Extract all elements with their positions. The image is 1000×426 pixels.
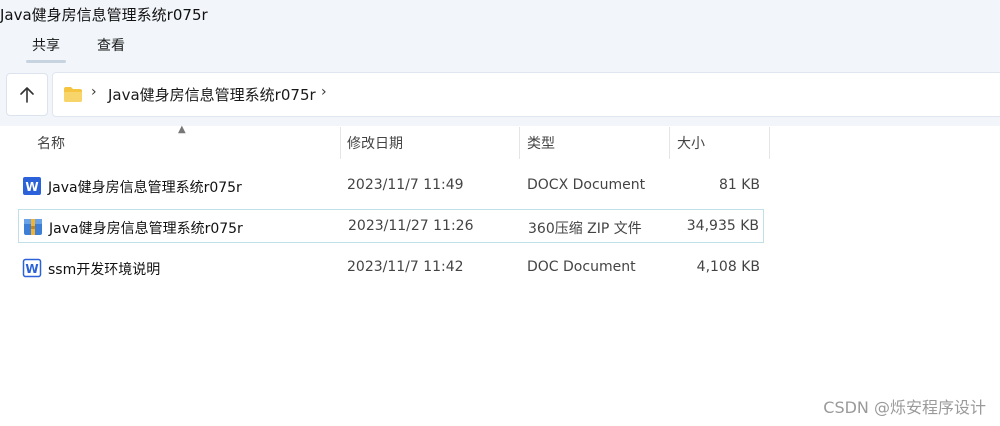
file-size: 81 KB — [718, 177, 760, 193]
folder-icon — [64, 87, 82, 102]
column-divider[interactable] — [669, 127, 670, 159]
breadcrumb-separator[interactable]: › — [91, 84, 97, 100]
tab-view[interactable]: 查看 — [97, 35, 125, 55]
tab-share[interactable]: 共享 — [26, 35, 66, 63]
breadcrumb-expand-chevron[interactable]: › — [321, 84, 327, 100]
column-header-size[interactable]: 大小 — [677, 127, 705, 159]
word-doc-icon: W — [23, 177, 41, 195]
file-name: ssm开发环境说明 — [48, 262, 161, 278]
zip-archive-icon — [24, 219, 42, 235]
window-title: Java健身房信息管理系统r075r — [0, 6, 208, 24]
file-size: 4,108 KB — [696, 259, 760, 275]
breadcrumb-current-folder[interactable]: Java健身房信息管理系统r075r — [108, 84, 316, 105]
address-bar[interactable]: › Java健身房信息管理系统r075r › — [52, 72, 1000, 117]
file-type: DOCX Document — [527, 177, 646, 193]
file-modified: 2023/11/7 11:42 — [347, 259, 464, 275]
word-doc-outline-icon: W — [22, 258, 42, 278]
file-name: Java健身房信息管理系统r075r — [48, 180, 242, 196]
column-header-type[interactable]: 类型 — [527, 127, 555, 159]
svg-text:W: W — [25, 180, 38, 194]
column-divider[interactable] — [769, 127, 770, 159]
file-modified: 2023/11/7 11:49 — [347, 177, 464, 193]
file-row[interactable]: W ssm开发环境说明 2023/11/7 11:42 DOC Document… — [18, 251, 764, 285]
watermark: CSDN @烁安程序设计 — [823, 398, 986, 417]
column-header-date[interactable]: 修改日期 — [347, 127, 403, 159]
column-divider[interactable] — [340, 127, 341, 159]
file-type: DOC Document — [527, 259, 636, 275]
column-header-name[interactable]: 名称 — [37, 127, 65, 159]
column-divider[interactable] — [519, 127, 520, 159]
file-modified: 2023/11/27 11:26 — [348, 218, 474, 234]
file-row-selected[interactable]: Java健身房信息管理系统r075r 2023/11/27 11:26 360压… — [18, 209, 764, 243]
svg-text:W: W — [25, 262, 38, 276]
arrow-up-icon — [20, 86, 34, 103]
file-size: 34,935 KB — [686, 218, 759, 234]
file-row[interactable]: W Java健身房信息管理系统r075r 2023/11/7 11:49 DOC… — [18, 169, 764, 203]
file-type: 360压缩 ZIP 文件 — [528, 221, 642, 237]
file-name: Java健身房信息管理系统r075r — [49, 221, 243, 237]
sort-ascending-icon: ▲ — [178, 124, 186, 135]
up-button[interactable] — [6, 73, 48, 116]
